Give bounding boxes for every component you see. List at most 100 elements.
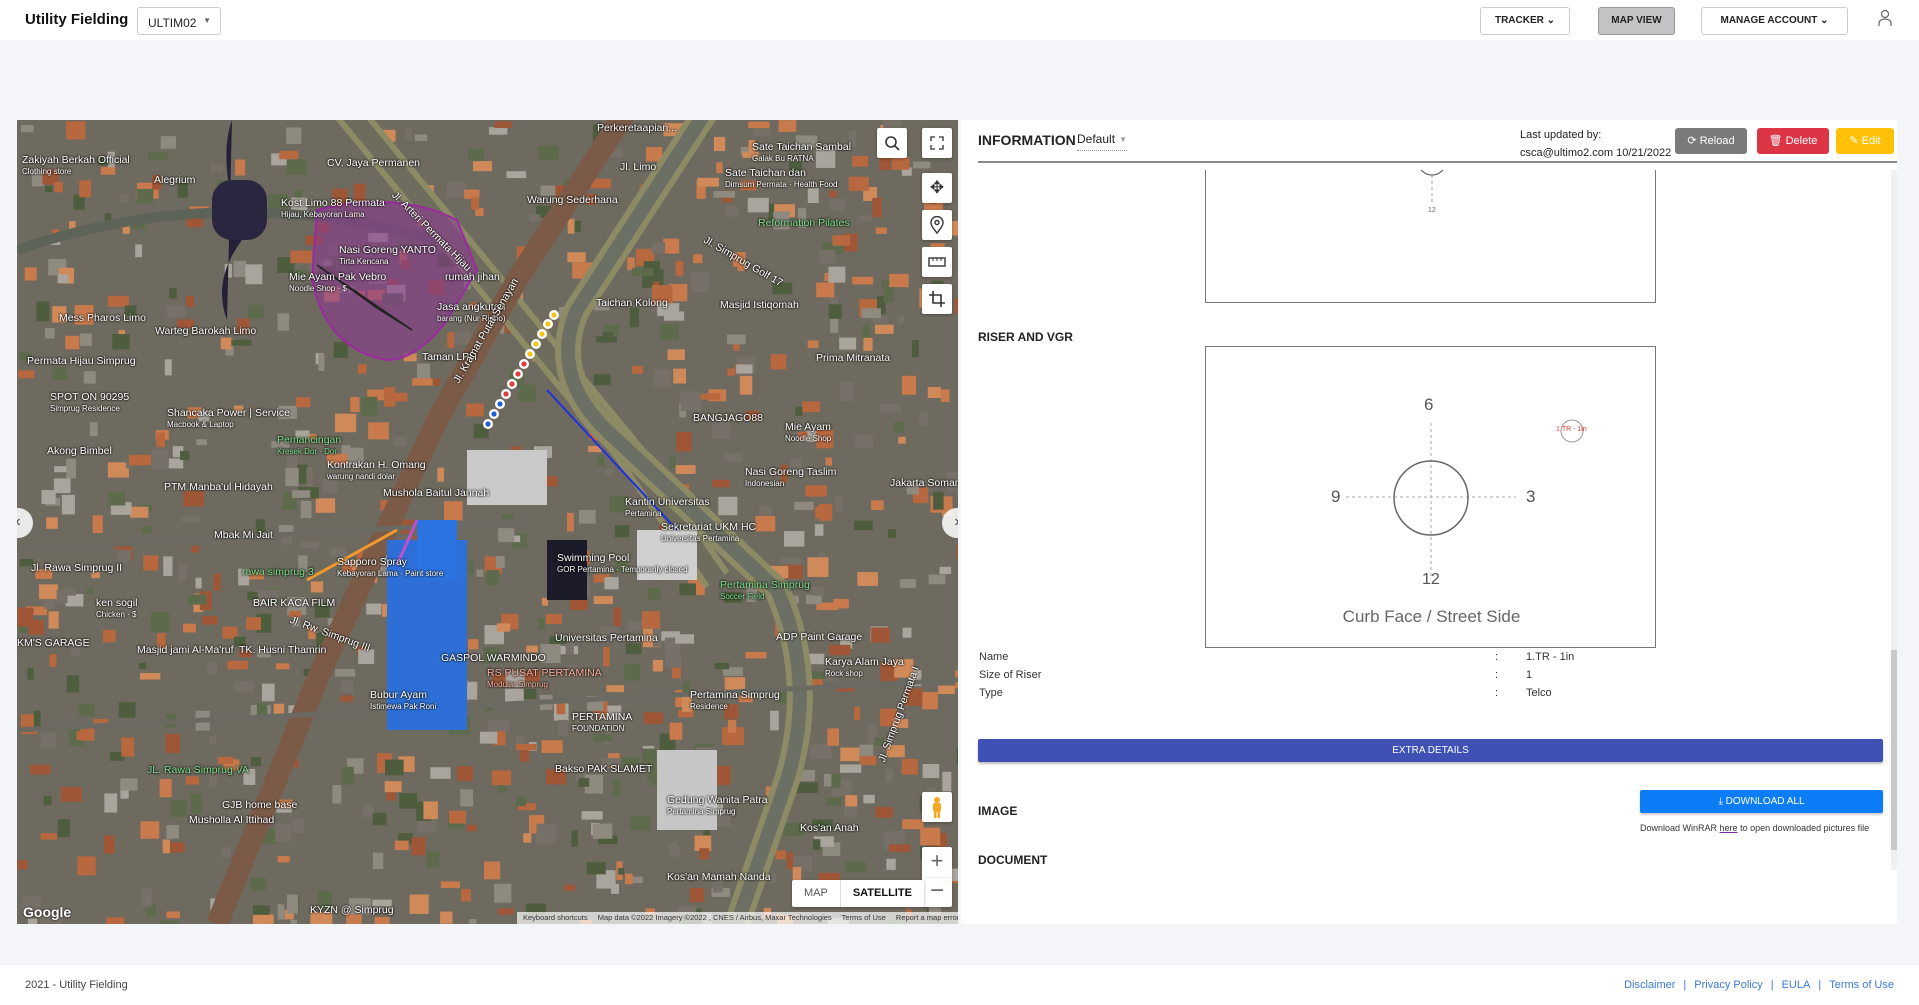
- map-place-label[interactable]: Sekretariat UKM HC Universitas Pertamina: [661, 522, 756, 544]
- map-place-label[interactable]: BANGJAGO88: [693, 413, 763, 424]
- map-place-label[interactable]: KM'S GARAGE: [17, 638, 90, 649]
- edit-button[interactable]: ✎ Edit: [1836, 128, 1894, 154]
- map-place-label[interactable]: Shancaka Power | Service Macbook & Laptop: [167, 408, 290, 430]
- map-place-label[interactable]: Karya Alam Jaya Rock shop: [825, 657, 904, 679]
- map-place-label[interactable]: Zakiyah Berkah Official Clothing store: [22, 155, 130, 177]
- building: [28, 619, 45, 635]
- building: [466, 824, 477, 832]
- extra-details-button[interactable]: EXTRA DETAILS: [978, 739, 1883, 762]
- map-type-satellite-button[interactable]: SATELLITE: [839, 880, 924, 907]
- marker-tool-button[interactable]: [922, 210, 952, 240]
- map-place-label[interactable]: ADP Paint Garage: [776, 632, 862, 643]
- map-place-label[interactable]: Mess Pharos Limo: [59, 313, 146, 324]
- map-place-label[interactable]: ken sogil Chicken · $: [96, 598, 137, 620]
- map-place-label[interactable]: Mie Ayam Noodle Shop: [785, 422, 831, 444]
- map-place-label[interactable]: Sapporo Spray Kebayoran Lama · Paint stor…: [337, 557, 443, 579]
- map-place-label[interactable]: PTM Manba'ul Hidayah: [164, 482, 273, 493]
- map-place-label[interactable]: Masjid jami Al-Ma'ruf: [137, 645, 234, 656]
- building: [286, 159, 307, 175]
- map-place-label[interactable]: Mbak Mi Jait: [214, 530, 273, 541]
- map-place-label[interactable]: Jl. Rawa Simprug II: [31, 563, 122, 574]
- map-place-label[interactable]: Sate Taichan Sambal Galak Bu RATNA: [752, 142, 851, 164]
- building: [164, 359, 172, 376]
- map-place-label[interactable]: Kos'an Anah: [800, 823, 859, 834]
- terms-of-use-link[interactable]: Terms of Use: [1829, 979, 1894, 991]
- map-place-label[interactable]: KYZN @ Simprug: [310, 905, 394, 916]
- map-place-label[interactable]: Mie Ayam Pak Vebro Noodle Shop · $: [289, 272, 386, 294]
- map-place-label[interactable]: Kos'an Mamah Nanda: [667, 872, 771, 883]
- fullscreen-button[interactable]: [922, 128, 952, 158]
- map-place-label[interactable]: Jakarta Soman: [890, 478, 958, 489]
- panel-scroll-area[interactable]: 12 RISER AND VGR 6 9 3 12 Curb Face / St…: [961, 170, 1897, 870]
- building: [130, 506, 149, 518]
- eula-link[interactable]: EULA: [1782, 979, 1811, 991]
- map-place-label[interactable]: rumah jihan: [445, 272, 500, 283]
- map-search-button[interactable]: [877, 128, 907, 158]
- map-type-map-button[interactable]: MAP: [792, 880, 840, 907]
- map-place-label[interactable]: Prima Mitranata: [816, 353, 890, 364]
- map-place-label[interactable]: Masjid Istiqomah: [720, 300, 799, 311]
- user-icon[interactable]: [1878, 9, 1892, 27]
- reload-button[interactable]: ⟳ Reload: [1675, 128, 1747, 154]
- map-place-label[interactable]: TK. Husni Thamrin: [239, 645, 326, 656]
- satellite-map[interactable]: Zakiyah Berkah Official Clothing store Ale…: [17, 120, 958, 924]
- map-place-label[interactable]: GASPOL WARMINDO: [441, 653, 546, 664]
- map-place-label[interactable]: Warung Sederhana: [527, 195, 618, 206]
- map-place-label[interactable]: PERTAMINA FOUNDATION: [572, 712, 632, 734]
- map-place-label[interactable]: CV. Jaya Permanen: [327, 158, 420, 169]
- map-place-label[interactable]: Universitas Pertamina: [555, 633, 658, 644]
- map-place-label[interactable]: RS PUSAT PERTAMINA Modular Simprug: [487, 668, 602, 690]
- map-place-label[interactable]: Mushola Baitul Jannah: [383, 488, 489, 499]
- map-place-label[interactable]: Warteg Barokah Limo: [155, 326, 256, 337]
- map-place-label[interactable]: Bakso PAK SLAMET: [555, 764, 652, 775]
- delete-button[interactable]: 🗑 Delete: [1757, 128, 1829, 154]
- zoom-out-button[interactable]: −: [925, 877, 949, 907]
- building: [384, 759, 404, 776]
- map-place-label[interactable]: Nasi Goreng Taslim Indonesian: [745, 467, 836, 489]
- map-place-label[interactable]: Nasi Goreng YANTO Tirta Kencana: [339, 245, 436, 267]
- map-place-label[interactable]: Kontrakan H. Omang warung nandi dolar: [327, 460, 426, 482]
- privacy-policy-link[interactable]: Privacy Policy: [1694, 979, 1762, 991]
- map-place-label[interactable]: Pemancingan Kresek Dor - Dor: [277, 435, 341, 457]
- keyboard-shortcuts-link[interactable]: Keyboard shortcuts: [523, 913, 588, 922]
- map-place-label[interactable]: Taichan Kolong: [596, 298, 668, 309]
- map-place-label[interactable]: Jl. Limo: [620, 162, 656, 173]
- scrollbar-thumb[interactable]: [1891, 650, 1897, 850]
- map-place-label[interactable]: BAIR KACA FILM: [253, 598, 335, 609]
- building: [912, 161, 931, 169]
- map-place-label[interactable]: Perkeretaapian...: [597, 123, 677, 134]
- winrar-link[interactable]: here: [1720, 823, 1738, 833]
- map-place-label[interactable]: rawa simprug 3: [242, 567, 314, 578]
- view-select[interactable]: Default ▼: [1077, 132, 1128, 151]
- map-place-label[interactable]: JL. Rawa Simprug VA: [147, 765, 249, 776]
- map-place-label[interactable]: Swimming Pool GOR Pertamina · Temporarily…: [557, 553, 688, 575]
- panel-scrollbar[interactable]: [1891, 170, 1897, 870]
- map-place-label[interactable]: Pertamina Simprug Residence: [690, 690, 780, 712]
- measure-tool-button[interactable]: [922, 247, 952, 277]
- map-place-label[interactable]: SPOT ON 90295 Simprug Residence: [50, 392, 129, 414]
- map-place-label[interactable]: Pertamina Simprug Soccer Field: [720, 580, 810, 602]
- manage-account-menu-button[interactable]: MANAGE ACCOUNT ⌄: [1701, 7, 1848, 35]
- map-place-label[interactable]: Kantin Universitas Pertamina: [625, 497, 710, 519]
- project-select[interactable]: ULTIM02 ▼: [137, 7, 221, 35]
- map-place-label[interactable]: Reformation Pilates: [758, 218, 850, 229]
- map-place-label[interactable]: Akong Bimbel: [47, 446, 112, 457]
- map-place-label[interactable]: Kost Limo 88 Permata Hijau, Kebayoran Lam…: [281, 198, 385, 220]
- map-place-label[interactable]: Permata Hijau Simprug: [27, 356, 136, 367]
- map-place-label[interactable]: Sate Taichan dan Dimsum Permata · Health …: [725, 168, 837, 190]
- report-error-link[interactable]: Report a map error: [896, 913, 958, 922]
- map-place-label[interactable]: Alegrium: [154, 175, 195, 186]
- map-place-label[interactable]: Bubur Ayam Istimewa Pak Roni: [370, 690, 436, 712]
- map-place-label[interactable]: GJB home base: [222, 800, 297, 811]
- download-all-button[interactable]: ⤓ DOWNLOAD ALL: [1640, 790, 1883, 813]
- terms-link[interactable]: Terms of Use: [842, 913, 886, 922]
- tracker-menu-button[interactable]: TRACKER ⌄: [1480, 7, 1570, 35]
- map-view-button[interactable]: MAP VIEW: [1598, 7, 1675, 35]
- street-view-pegman[interactable]: [922, 792, 952, 822]
- disclaimer-link[interactable]: Disclaimer: [1624, 979, 1675, 991]
- crop-tool-button[interactable]: [922, 284, 952, 314]
- pan-tool-button[interactable]: ✥: [922, 173, 952, 203]
- map-place-label[interactable]: Gedung Wanita Patra Pertamina Simprug: [667, 795, 768, 817]
- zoom-in-button[interactable]: +: [931, 847, 944, 877]
- map-place-label[interactable]: Musholla Al Ittihad: [189, 815, 274, 826]
